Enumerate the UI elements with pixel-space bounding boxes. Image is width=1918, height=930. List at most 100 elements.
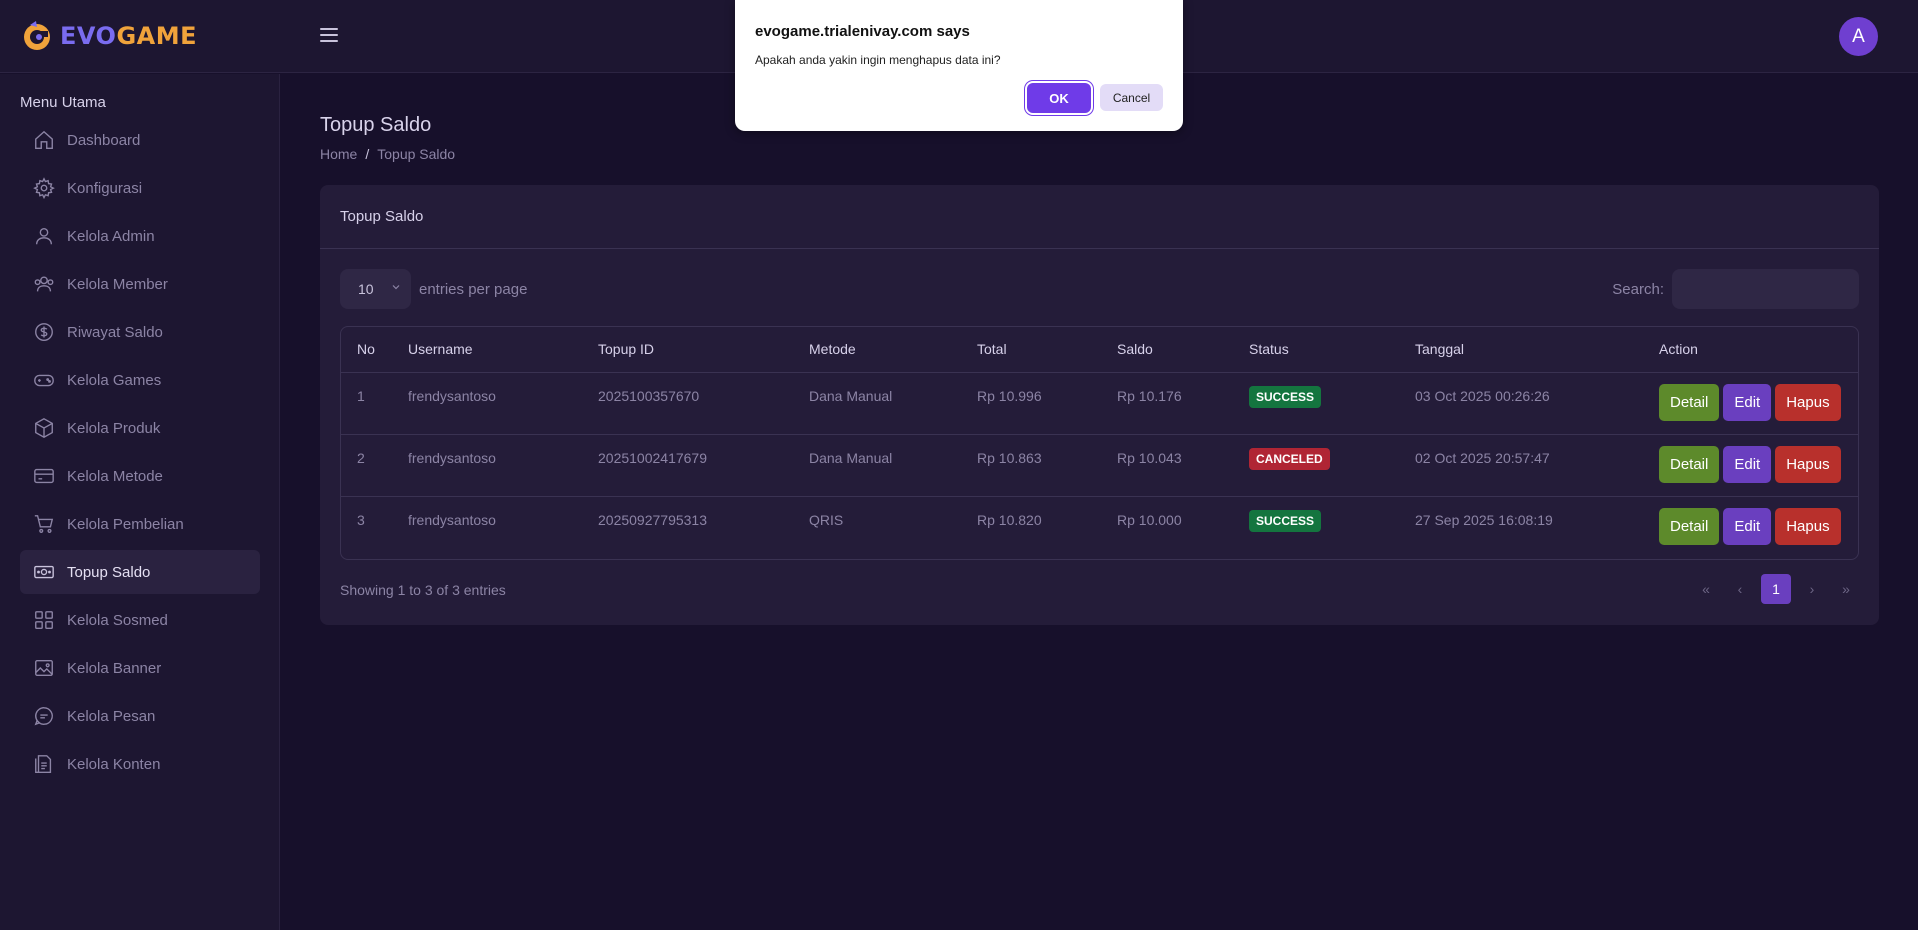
credit-card-icon <box>34 468 54 484</box>
users-icon <box>34 276 54 292</box>
detail-button[interactable]: Detail <box>1659 383 1720 421</box>
cell-tanggal: 03 Oct 2025 00:26:26 <box>1399 372 1643 435</box>
showing-entries-text: Showing 1 to 3 of 3 entries <box>340 582 506 598</box>
column-header-action: Action <box>1643 327 1858 373</box>
sidebar-item-kelola-games[interactable]: Kelola Games <box>20 358 260 402</box>
dialog-title: evogame.trialenivay.com says <box>755 23 970 40</box>
cell-metode: Dana Manual <box>793 372 961 435</box>
grid-icon <box>35 611 53 629</box>
cell-username: frendysantoso <box>408 511 496 528</box>
column-header-metode[interactable]: Metode <box>793 327 961 373</box>
sidebar-item-kelola-produk[interactable]: Kelola Produk <box>20 406 260 450</box>
cell-topup-id: 20251002417679 <box>582 434 793 497</box>
search-control: Search: <box>1612 269 1859 309</box>
sidebar-item-label: Kelola Pembelian <box>67 515 184 533</box>
breadcrumb: Home / Topup Saldo <box>320 146 455 162</box>
sidebar-item-riwayat-saldo[interactable]: Riwayat Saldo <box>20 310 260 354</box>
search-input[interactable] <box>1672 269 1859 309</box>
sidebar-item-kelola-admin[interactable]: Kelola Admin <box>20 214 260 258</box>
sidebar-item-kelola-member[interactable]: Kelola Member <box>20 262 260 306</box>
column-header-tanggal[interactable]: Tanggal <box>1399 327 1643 373</box>
hapus-button[interactable]: Hapus <box>1775 507 1841 545</box>
gamepad-icon <box>34 374 54 387</box>
detail-button[interactable]: Detail <box>1659 507 1720 545</box>
column-header-status[interactable]: Status <box>1233 327 1399 373</box>
cell-topup-id: 20250927795313 <box>598 511 708 528</box>
sidebar-item-kelola-sosmed[interactable]: Kelola Sosmed <box>20 598 260 642</box>
ok-button[interactable]: OK <box>1027 83 1091 113</box>
status-badge: SUCCESS <box>1249 509 1322 532</box>
cell-action: Detail Edit Hapus <box>1643 496 1858 558</box>
sidebar-item-kelola-pembelian[interactable]: Kelola Pembelian <box>20 502 260 546</box>
cell-status: SUCCESS <box>1233 496 1399 558</box>
entries-select-value: 10 <box>358 281 374 297</box>
edit-button[interactable]: Edit <box>1723 445 1772 483</box>
status-badge: SUCCESS <box>1249 385 1322 408</box>
cell-no: 2 <box>341 434 392 497</box>
column-header-saldo[interactable]: Saldo <box>1101 327 1233 373</box>
brand-logo[interactable]: EVOGAME <box>20 18 197 54</box>
sidebar-item-kelola-metode[interactable]: Kelola Metode <box>20 454 260 498</box>
cell-status: CANCELED <box>1233 434 1399 497</box>
sidebar-item-label: Topup Saldo <box>67 563 151 581</box>
table-row: 2 frendysantoso 20251002417679 Dana Manu… <box>341 434 1858 497</box>
gear-icon <box>33 177 55 199</box>
menu-heading: Menu Utama <box>20 94 106 111</box>
pagination-prev[interactable]: ‹ <box>1727 574 1753 604</box>
column-header-total[interactable]: Total <box>961 327 1101 373</box>
logo-icon <box>24 21 50 50</box>
pagination-next[interactable]: › <box>1799 574 1825 604</box>
sidebar-item-kelola-pesan[interactable]: Kelola Pesan <box>20 694 260 738</box>
table-row: 3 frendysantoso 20250927795313 QRIS Rp 1… <box>341 496 1858 558</box>
entries-per-page-select[interactable]: 10 <box>340 269 411 309</box>
cell-username: frendysantoso <box>392 372 582 435</box>
cell-total: Rp 10.996 <box>961 372 1101 435</box>
chevron-down-icon <box>392 285 400 290</box>
cell-saldo: Rp 10.176 <box>1101 372 1233 435</box>
sidebar-item-kelola-banner[interactable]: Kelola Banner <box>20 646 260 690</box>
column-header-topup-id[interactable]: Topup ID <box>582 327 793 373</box>
card-title: Topup Saldo <box>320 185 1879 249</box>
status-badge: CANCELED <box>1249 447 1330 470</box>
column-header-no[interactable]: No <box>341 327 392 373</box>
money-icon <box>34 565 54 579</box>
avatar[interactable]: A <box>1839 17 1878 56</box>
pagination: « ‹ 1 › » <box>1693 574 1859 604</box>
sidebar-item-konfigurasi[interactable]: Konfigurasi <box>20 166 260 210</box>
sidebar-item-topup-saldo[interactable]: Topup Saldo <box>20 550 260 594</box>
menu-toggle-icon[interactable] <box>320 26 340 44</box>
sidebar-item-label: Kelola Konten <box>67 755 161 773</box>
sidebar-item-label: Kelola Admin <box>67 227 155 245</box>
sidebar-item-label: Kelola Pesan <box>67 707 156 725</box>
breadcrumb-separator: / <box>365 146 370 162</box>
image-icon <box>35 659 53 677</box>
dialog-message: Apakah anda yakin ingin menghapus data i… <box>755 53 1001 67</box>
cell-metode: QRIS <box>809 511 844 528</box>
pagination-page-1[interactable]: 1 <box>1761 574 1791 604</box>
cell-metode: Dana Manual <box>793 434 961 497</box>
pagination-first[interactable]: « <box>1693 574 1719 604</box>
hapus-button[interactable]: Hapus <box>1775 445 1841 483</box>
pagination-last[interactable]: » <box>1833 574 1859 604</box>
cell-total: Rp 10.863 <box>961 434 1101 497</box>
breadcrumb-home-link[interactable]: Home <box>320 146 357 162</box>
detail-button[interactable]: Detail <box>1659 445 1720 483</box>
cancel-button[interactable]: Cancel <box>1100 84 1163 111</box>
topup-table: No Username Topup ID Metode Total Saldo … <box>340 326 1859 560</box>
sidebar-item-dashboard[interactable]: Dashboard <box>20 118 260 162</box>
sidebar-item-kelola-konten[interactable]: Kelola Konten <box>20 742 260 786</box>
cell-no: 1 <box>341 372 392 435</box>
home-icon <box>35 130 53 149</box>
dollar-circle-icon <box>35 323 53 341</box>
table-header-row: No Username Topup ID Metode Total Saldo … <box>341 327 1858 373</box>
cell-total: Rp 10.820 <box>977 511 1042 528</box>
sidebar-menu: Dashboard Konfigurasi Kelola Admin Kelol… <box>20 118 260 790</box>
cell-action: Detail Edit Hapus <box>1643 372 1858 435</box>
edit-button[interactable]: Edit <box>1723 383 1772 421</box>
cell-topup-id: 2025100357670 <box>582 372 793 435</box>
column-header-username[interactable]: Username <box>392 327 582 373</box>
edit-button[interactable]: Edit <box>1723 507 1772 545</box>
entries-control: 10 entries per page <box>340 269 527 309</box>
sidebar-item-label: Kelola Games <box>67 371 162 389</box>
hapus-button[interactable]: Hapus <box>1775 383 1841 421</box>
